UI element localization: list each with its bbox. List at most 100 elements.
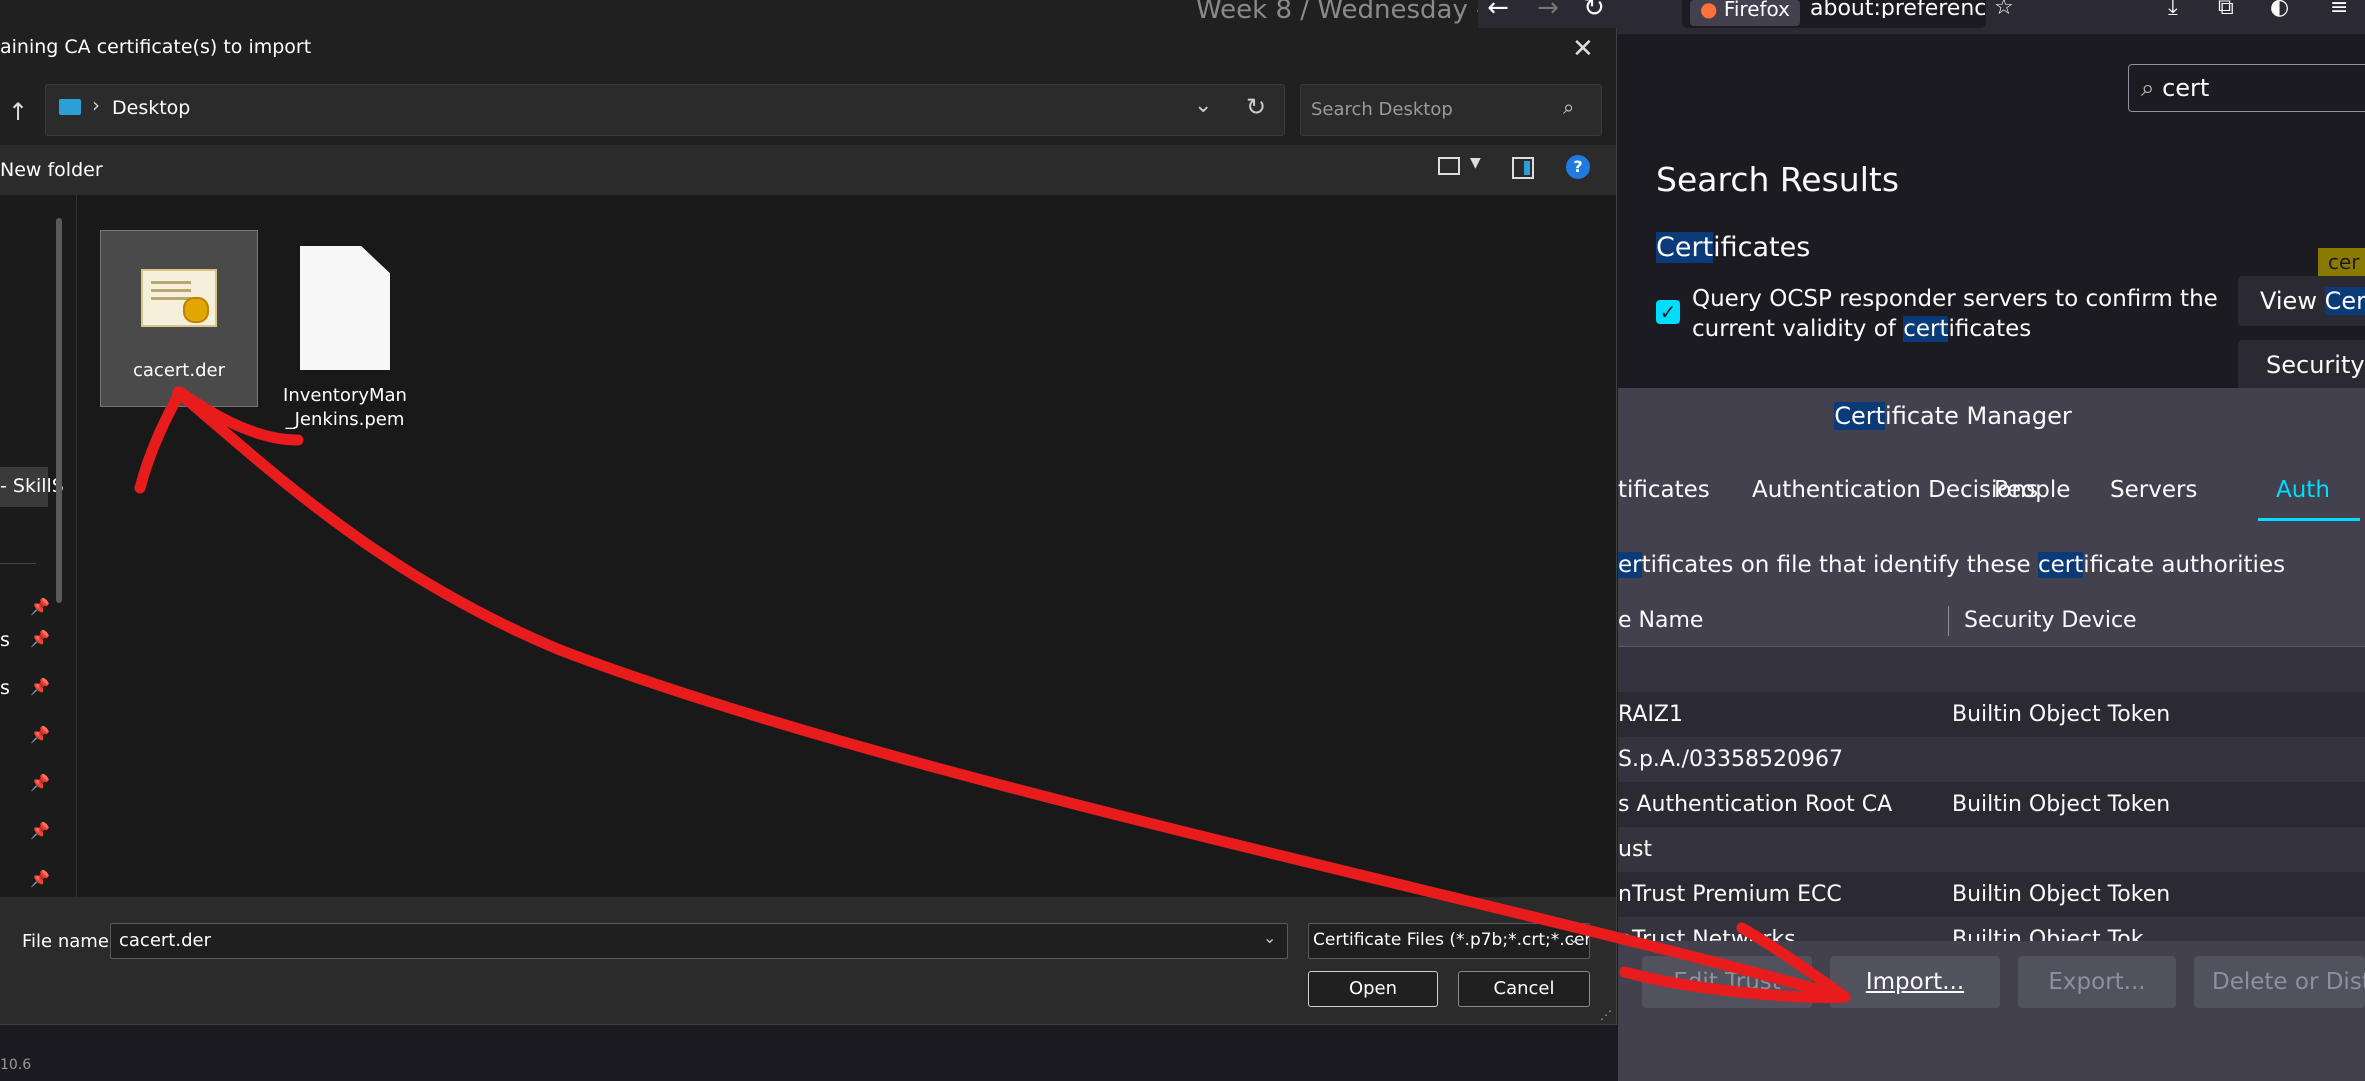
column-divider[interactable] <box>1948 606 1949 636</box>
tab-your-certificates[interactable]: tificates <box>1618 470 1710 510</box>
view-dropdown-chevron-icon[interactable]: ▼ <box>1470 155 1481 171</box>
url-text[interactable]: about:preferences#searchResu <box>1810 0 1986 18</box>
navigation-pane[interactable]: - SkillS 📌 s 📌 s 📌 📌 📌 📌 📌 📌 notion 10.6 <box>0 195 77 1073</box>
navigation-scrollbar[interactable] <box>56 218 62 603</box>
ocsp-checkbox[interactable]: ✓ <box>1656 300 1680 324</box>
file-name-label: File name: <box>22 931 115 952</box>
preferences-search-value: cert <box>2162 74 2210 102</box>
export-button[interactable]: Export... <box>2018 956 2176 1008</box>
file-name-input[interactable]: cacert.der ⌄ <box>110 923 1288 959</box>
delete-or-distrust-button[interactable]: Delete or Distrust... <box>2194 956 2365 1008</box>
background-app-titlebar: Week 8 / Wednesday - B <box>0 0 1512 30</box>
cancel-button[interactable]: Cancel <box>1458 971 1590 1007</box>
downloads-icon[interactable]: ⤓ <box>2168 0 2178 19</box>
file-item-inventoryman-pem[interactable]: InventoryMan_Jenkins.pem <box>267 230 423 432</box>
menu-icon[interactable]: ≡ <box>2330 0 2348 19</box>
desc-mid: tificates on file that identify these <box>1641 552 2038 578</box>
import-button[interactable]: Import... <box>1830 956 2000 1008</box>
search-icon[interactable]: ⌕ <box>1563 95 1574 119</box>
heading-highlight: Cert <box>1656 232 1714 263</box>
open-button[interactable]: Open <box>1308 971 1438 1007</box>
ocsp-label-highlight: cert <box>1903 316 1949 342</box>
file-item-cacert[interactable]: cacert.der <box>100 230 258 407</box>
nav-item-fragment[interactable]: s <box>0 629 10 651</box>
address-bar[interactable]: › Desktop ⌄ ↻ <box>45 84 1285 136</box>
pin-icon: 📌 <box>30 821 50 840</box>
blank-file-icon <box>300 246 390 370</box>
cell-name: nTrust Networks <box>1618 927 1796 941</box>
up-arrow-icon[interactable]: ↑ <box>8 98 28 126</box>
heading-rest: ificates <box>1713 232 1811 263</box>
table-row[interactable]: nTrust Networks Builtin Object Tok <box>1618 917 2365 941</box>
pin-icon: 📌 <box>30 677 50 696</box>
preferences-search-input[interactable]: ⌕ cert <box>2128 64 2365 112</box>
tab-servers[interactable]: Servers <box>2110 470 2197 510</box>
preview-pane-icon[interactable] <box>1512 157 1534 179</box>
table-row[interactable]: ust <box>1618 827 2365 872</box>
extensions-icon[interactable]: ⧉ <box>2218 0 2234 19</box>
file-name-value[interactable]: cacert.der <box>119 930 211 951</box>
file-type-select[interactable]: Certificate Files (*.p7b;*.crt;*.cert ⌄ <box>1308 923 1590 959</box>
nav-item-fragment[interactable]: s <box>0 677 10 699</box>
table-row[interactable]: nTrust Premium ECC Builtin Object Token <box>1618 872 2365 917</box>
search-results-title: Search Results <box>1656 160 1900 199</box>
view-certificates-button[interactable]: View Certi <box>2238 276 2365 326</box>
column-header-name[interactable]: e Name <box>1618 596 1703 646</box>
close-icon[interactable]: ✕ <box>1572 34 1594 64</box>
table-row[interactable]: S.p.A./03358520967 <box>1618 737 2365 782</box>
file-name-dropdown-chevron-icon[interactable]: ⌄ <box>1263 928 1276 947</box>
resize-grip-icon[interactable]: ⋰ <box>1600 1008 1612 1022</box>
search-box[interactable]: Search Desktop ⌕ <box>1300 84 1602 136</box>
dialog-footer: File name: cacert.der ⌄ Certificate File… <box>0 897 1616 1024</box>
file-name-label: InventoryMan_Jenkins.pem <box>283 385 407 430</box>
tab-people[interactable]: People <box>1994 470 2070 510</box>
cell-device: Builtin Object Token <box>1952 882 2171 907</box>
tab-authorities[interactable]: Auth <box>2258 470 2360 521</box>
table-row[interactable] <box>1618 647 2365 692</box>
view-certs-highlight: Certi <box>2324 287 2365 315</box>
identity-box[interactable]: ● Firefox <box>1690 0 1801 26</box>
cell-name: s Authentication Root CA <box>1618 792 1893 817</box>
address-dropdown-chevron-icon[interactable]: ⌄ <box>1194 93 1212 118</box>
file-list-pane[interactable]: cacert.der InventoryMan_Jenkins.pem <box>77 195 1616 927</box>
pin-icon: 📌 <box>30 629 50 648</box>
certificate-authorities-table[interactable]: e Name Security Device RAIZ1 Builtin Obje… <box>1618 596 2365 941</box>
table-row[interactable]: s Authentication Root CA Builtin Object T… <box>1618 782 2365 827</box>
cell-name: RAIZ1 <box>1618 702 1684 727</box>
cm-title-rest: ificate Manager <box>1885 402 2072 430</box>
table-row[interactable]: RAIZ1 Builtin Object Token <box>1618 692 2365 737</box>
desc-highlight-2: cert <box>2037 552 2084 578</box>
file-open-dialog: aining CA certificate(s) to import ✕ ↑ ›… <box>0 28 1617 1073</box>
new-folder-button[interactable]: New folder <box>0 159 103 181</box>
cm-title-highlight: Cert <box>1834 402 1886 430</box>
column-header-security-device[interactable]: Security Device <box>1964 596 2137 646</box>
search-placeholder: Search Desktop <box>1311 99 1453 120</box>
table-header: e Name Security Device <box>1618 596 2365 647</box>
file-name-label: cacert.der <box>133 360 225 381</box>
certificate-seal-icon <box>183 297 209 323</box>
identity-label: Firefox <box>1723 0 1791 21</box>
nav-item-fragment[interactable]: 10.6 <box>0 1057 31 1073</box>
refresh-icon[interactable]: ↻ <box>1246 93 1266 121</box>
security-devices-button[interactable]: Security D <box>2238 340 2365 390</box>
certificates-heading: Certificates <box>1656 232 1810 263</box>
edit-trust-button[interactable]: Edit Trust <box>1642 956 1812 1008</box>
desc-highlight-1: er <box>1618 552 1642 578</box>
ocsp-label-part2: ificates <box>1948 316 2032 342</box>
pin-icon: 📌 <box>30 725 50 744</box>
command-bar: New folder ▼ ? <box>0 145 1616 195</box>
nav-divider <box>0 563 36 564</box>
cell-device: Builtin Object Token <box>1952 792 2171 817</box>
cell-name: nTrust Premium ECC <box>1618 882 1842 907</box>
view-options-icon[interactable] <box>1438 157 1460 175</box>
breadcrumb-chevron-icon[interactable]: › <box>92 93 100 117</box>
help-icon[interactable]: ? <box>1566 155 1590 179</box>
file-type-chevron-icon[interactable]: ⌄ <box>1567 928 1580 947</box>
url-bar[interactable]: ● Firefox about:preferences#searchResu <box>1682 0 1986 28</box>
nav-item-fragment[interactable]: - SkillS <box>0 475 64 497</box>
bookmark-star-icon[interactable]: ☆ <box>1994 0 2014 19</box>
pin-icon: 📌 <box>30 597 50 616</box>
account-icon[interactable]: ◐ <box>2270 0 2289 19</box>
address-text[interactable]: Desktop <box>112 97 190 119</box>
pin-icon: 📌 <box>30 773 50 792</box>
